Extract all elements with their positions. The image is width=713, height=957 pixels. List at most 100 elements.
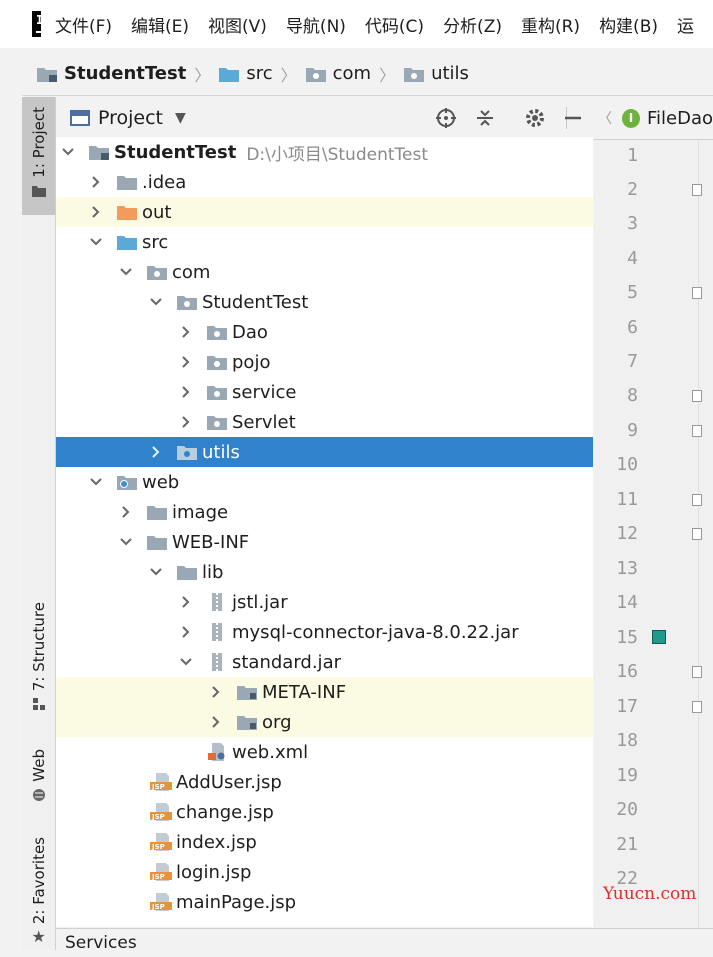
line-number: 7 [627, 351, 638, 372]
hide-panel-icon[interactable] [558, 97, 588, 139]
tree-node-standard-jar[interactable]: standard.jar [56, 647, 593, 677]
fold-marker-icon[interactable] [692, 494, 702, 506]
tree-node-adduser-jsp[interactable]: JSP AddUser.jsp [56, 767, 593, 797]
tree-node-servlet[interactable]: Servlet [56, 407, 593, 437]
menu-code[interactable]: 代码(C) [365, 12, 424, 37]
chevron-right-icon[interactable] [90, 176, 102, 188]
collapse-all-icon[interactable] [470, 97, 500, 139]
folder-icon [147, 506, 167, 520]
menu-refactor[interactable]: 重构(R) [521, 12, 580, 37]
tree-node-pojo[interactable]: pojo [56, 347, 593, 377]
svg-text:JSP: JSP [151, 873, 165, 881]
services-label[interactable]: Services [65, 933, 137, 953]
line-number: 13 [616, 558, 638, 579]
chevron-down-icon[interactable] [120, 266, 132, 278]
tree-node-com[interactable]: com [56, 257, 593, 287]
breadcrumb-separator: 〉 [379, 65, 396, 85]
fold-marker-icon[interactable] [692, 287, 702, 299]
fold-marker-icon[interactable] [692, 425, 702, 437]
chevron-right-icon[interactable] [90, 206, 102, 218]
line-number: 21 [616, 834, 638, 855]
chevron-down-icon[interactable] [90, 476, 102, 488]
line-number: 4 [627, 248, 638, 269]
tree-node-image[interactable]: image [56, 497, 593, 527]
tree-node-studenttest-package[interactable]: StudentTest [56, 287, 593, 317]
chevron-right-icon[interactable] [180, 596, 192, 608]
chevron-right-icon[interactable] [120, 506, 132, 518]
svg-text:JSP: JSP [151, 813, 165, 821]
tree-node-mainpage-jsp[interactable]: JSP mainPage.jsp [56, 887, 593, 917]
breadcrumb-item-utils[interactable]: utils [403, 63, 469, 84]
menu-run[interactable]: 运 [677, 12, 694, 37]
fold-marker-icon[interactable] [692, 184, 702, 196]
tree-node-src[interactable]: src [56, 227, 593, 257]
tree-node-idea[interactable]: .idea [56, 167, 593, 197]
left-tool-strip: 1: Project 7: Structure Web 2: Favorites… [22, 97, 56, 950]
tool-tab-favorites[interactable]: 2: Favorites ★ [22, 837, 55, 950]
package-folder-icon [207, 416, 227, 430]
tree-node-change-jsp[interactable]: JSP change.jsp [56, 797, 593, 827]
menu-view[interactable]: 视图(V) [208, 12, 267, 37]
package-folder-icon [207, 356, 227, 370]
menu-bar: IJ 文件(F) 编辑(E) 视图(V) 导航(N) 代码(C) 分析(Z) 重… [0, 0, 713, 48]
tree-node-jstl-jar[interactable]: jstl.jar [56, 587, 593, 617]
tree-node-org[interactable]: org [56, 707, 593, 737]
chevron-left-icon[interactable]: 〈 [598, 108, 612, 128]
bookmark-icon[interactable] [652, 630, 666, 644]
tree-node-meta-inf[interactable]: META-INF [56, 677, 593, 707]
chevron-down-icon[interactable] [150, 566, 162, 578]
tool-tab-web[interactable]: Web [22, 749, 55, 819]
line-number: 10 [616, 454, 638, 475]
tree-node-lib[interactable]: lib [56, 557, 593, 587]
panel-title[interactable]: Project [98, 107, 163, 129]
tree-node-dao[interactable]: Dao [56, 317, 593, 347]
chevron-right-icon[interactable] [180, 326, 192, 338]
chevron-right-icon[interactable] [180, 386, 192, 398]
tree-node-mysql-connector-jar[interactable]: mysql-connector-java-8.0.22.jar [56, 617, 593, 647]
breadcrumb-item-src[interactable]: src [218, 63, 273, 84]
gear-icon[interactable] [520, 97, 550, 139]
menu-build[interactable]: 构建(B) [599, 12, 658, 37]
tree-node-login-jsp[interactable]: JSP login.jsp [56, 857, 593, 887]
chevron-right-icon[interactable] [210, 716, 222, 728]
chevron-down-icon[interactable] [180, 656, 192, 668]
tree-node-root[interactable]: StudentTest D:\小项目\StudentTest [56, 137, 586, 167]
menu-edit[interactable]: 编辑(E) [131, 12, 189, 37]
tree-node-out[interactable]: out [56, 197, 593, 227]
structure-icon [32, 698, 45, 711]
fold-marker-icon[interactable] [692, 666, 702, 678]
menu-file[interactable]: 文件(F) [55, 12, 112, 37]
tool-tab-structure[interactable]: 7: Structure [22, 602, 55, 732]
chevron-right-icon[interactable] [180, 416, 192, 428]
tree-node-utils[interactable]: utils [56, 437, 593, 467]
package-folder-icon [305, 67, 326, 82]
tree-node-web[interactable]: web [56, 467, 593, 497]
menu-navigate[interactable]: 导航(N) [286, 12, 346, 37]
chevron-down-icon[interactable] [150, 296, 162, 308]
chevron-down-icon[interactable]: ▼ [175, 110, 186, 126]
breadcrumb-item-com[interactable]: com [305, 63, 371, 84]
fold-marker-icon[interactable] [692, 390, 702, 402]
chevron-right-icon[interactable] [180, 356, 192, 368]
services-bar[interactable]: Services [56, 928, 713, 953]
tree-node-web-xml[interactable]: web.xml [56, 737, 593, 767]
folder-icon [147, 536, 167, 550]
tool-tab-project[interactable]: 1: Project [22, 97, 55, 215]
tree-node-web-inf[interactable]: WEB-INF [56, 527, 593, 557]
fold-marker-icon[interactable] [692, 528, 702, 540]
locate-file-icon[interactable] [431, 97, 461, 139]
line-number: 2 [627, 179, 638, 200]
menu-analyze[interactable]: 分析(Z) [443, 12, 502, 37]
fold-marker-icon[interactable] [692, 701, 702, 713]
chevron-right-icon[interactable] [210, 686, 222, 698]
chevron-right-icon[interactable] [180, 626, 192, 638]
editor-gutter: 1 2 3 4 5 6 7 8 9 10 11 12 13 14 15 16 1… [594, 140, 713, 928]
chevron-down-icon[interactable] [120, 536, 132, 548]
chevron-down-icon[interactable] [62, 146, 74, 158]
tree-node-service[interactable]: service [56, 377, 593, 407]
tree-node-index-jsp[interactable]: JSP index.jsp [56, 827, 593, 857]
editor-tab-filedao[interactable]: FileDao [647, 108, 713, 129]
chevron-right-icon[interactable] [150, 446, 162, 458]
breadcrumb-item-project[interactable]: StudentTest [36, 63, 186, 84]
chevron-down-icon[interactable] [90, 236, 102, 248]
